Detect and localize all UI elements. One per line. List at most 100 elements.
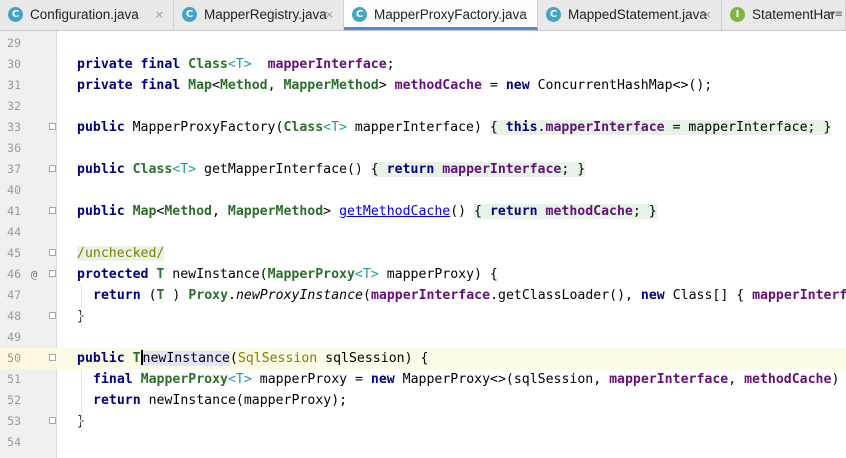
code-token: { [370,162,387,177]
code-token: SqlSession [237,351,318,366]
tab-overflow-icon[interactable]: ▾≡ [830,0,843,30]
code-line[interactable]: 30 private final Class<T> mapperInterface… [0,54,846,75]
code-token: Class [283,120,324,135]
code-token: this [505,120,538,135]
code-line[interactable]: 54 [0,432,846,453]
editor-tab-label: Configuration.java [30,7,139,22]
code-line[interactable]: 45/unchecked/ [0,243,846,264]
code-token: Class [188,57,228,72]
line-number: 44 [7,225,21,239]
code-token: < [211,78,220,93]
code-token: ( [148,288,157,303]
code-token: mapperInterface [442,162,562,177]
fold-toggle-icon[interactable] [49,312,56,319]
editor-tab[interactable]: I StatementHar [722,0,846,30]
fold-toggle-icon[interactable] [49,354,56,361]
code-token: MapperProxy [140,372,228,387]
code-text: return (T ) Proxy.newProxyInstance(mappe… [93,285,846,306]
code-token: methodCache [545,204,633,219]
line-number: 37 [7,162,21,176]
code-line[interactable]: 52 return newInstance(mapperProxy); [0,390,846,411]
code-token: public [77,204,133,219]
code-token: <T> [227,57,252,72]
code-text: /unchecked/ [77,243,165,264]
code-token: ( [363,288,371,303]
code-line[interactable]: 37 public Class<T> getMapperInterface() {… [0,159,846,180]
code-line[interactable]: 31 private final Map<Method, MapperMethod… [0,75,846,96]
code-token: getMethodCache [339,204,451,219]
line-number: 36 [7,141,21,155]
code-token: Map [188,78,212,93]
code-text: final MapperProxy<T> mapperProxy = new M… [93,369,839,390]
code-token: MapperProxy [267,267,355,282]
line-number: 54 [7,435,21,449]
close-tab-icon[interactable]: × [703,0,712,30]
fold-toggle-icon[interactable] [49,207,56,214]
code-line[interactable]: 53} [0,411,846,432]
code-token: return [93,393,149,408]
code-text: private final Class<T> mapperInterface; [77,54,395,75]
code-token: protected [77,267,157,282]
editor-tab[interactable]: C MapperProxyFactory.java × [344,0,538,30]
code-token: newInstance [142,351,230,366]
code-line[interactable]: 29 [0,33,846,54]
code-token: Proxy [188,288,229,303]
code-token: ; } [632,204,657,219]
code-line[interactable]: 44 [0,222,846,243]
code-token: = mapperInterface; } [664,120,832,135]
indent-guide [81,369,82,432]
code-token: newInstance( [164,267,268,282]
code-token: mapperInterface [609,372,729,387]
line-number: 30 [7,57,21,71]
code-line[interactable]: 49 [0,327,846,348]
code-token: .getClassLoader(), [490,288,641,303]
code-token: mapperInterface) [346,120,490,135]
code-token: <T> [227,372,252,387]
code-token: ( [229,351,238,366]
code-line[interactable]: 40 [0,180,846,201]
editor-tab-label: MapperRegistry.java [204,7,327,22]
class-file-icon: C [8,7,23,22]
editor-tab-bar: C Configuration.java × C MapperRegistry.java… [0,0,846,31]
code-line[interactable]: 32 [0,96,846,117]
fold-toggle-icon[interactable] [49,249,56,256]
code-text: public Map<Method, MapperMethod> getMeth… [77,201,657,222]
code-text: public Class<T> getMapperInterface() { r… [77,159,586,180]
code-token: > [323,204,340,219]
editor-tab[interactable]: C MapperRegistry.java × [174,0,344,30]
fold-toggle-icon[interactable] [49,165,56,172]
code-line[interactable]: 33 public MapperProxyFactory(Class<T> map… [0,117,846,138]
close-tab-icon[interactable]: × [155,0,164,30]
code-text: return newInstance(mapperProxy); [93,390,347,411]
code-line[interactable]: 51 final MapperProxy<T> mapperProxy = new… [0,369,846,390]
editor-tab-label: MappedStatement.java [568,7,707,22]
code-line[interactable]: 48} [0,306,846,327]
current-code-line[interactable]: 50 public TnewInstance(SqlSession sqlSess… [0,348,846,369]
close-tab-icon[interactable]: × [325,0,334,30]
interface-file-icon: I [730,7,745,22]
class-file-icon: C [182,7,197,22]
line-number: 31 [7,78,21,92]
code-token: ) [831,372,840,387]
fold-toggle-icon[interactable] [49,123,56,130]
override-marker-icon[interactable]: @ [28,264,40,285]
code-line[interactable]: 46 @ protected T newInstance(MapperProxy<T… [0,264,846,285]
code-token: methodCache [394,78,482,93]
line-number: 46 [7,267,21,281]
fold-toggle-icon[interactable] [49,417,56,424]
code-line[interactable]: 41 public Map<Method, MapperMethod> getMe… [0,201,846,222]
code-token: <T> [354,267,379,282]
code-line[interactable]: 47 return (T ) Proxy.newProxyInstance(map… [0,285,846,306]
editor-tab[interactable]: C Configuration.java × [0,0,174,30]
close-tab-icon[interactable]: × [519,0,528,27]
line-number: 47 [7,288,21,302]
line-number: 29 [7,36,21,50]
fold-toggle-icon[interactable] [49,270,56,277]
code-line[interactable]: 36 [0,138,846,159]
code-token: return [386,162,443,177]
code-token: new [505,78,538,93]
line-number: 50 [7,351,21,365]
code-token: mapperProxy = [251,372,371,387]
editor-tab[interactable]: C MappedStatement.java × [538,0,722,30]
